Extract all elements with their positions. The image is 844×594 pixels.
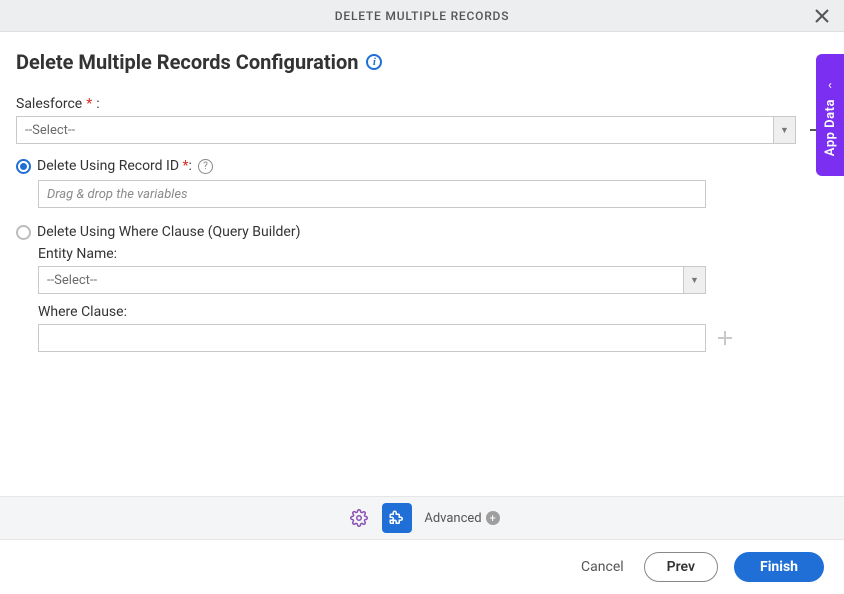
salesforce-label-text: Salesforce (16, 96, 82, 112)
dialog-title: DELETE MULTIPLE RECORDS (335, 9, 510, 23)
advanced-label: Advanced (424, 511, 481, 526)
radio-record-id[interactable] (16, 159, 31, 174)
record-id-drop-area[interactable]: Drag & drop the variables (38, 180, 706, 208)
record-id-drop-placeholder: Drag & drop the variables (47, 187, 188, 202)
page-heading-row: Delete Multiple Records Configuration i (16, 50, 828, 74)
salesforce-label: Salesforce *: (16, 96, 828, 112)
radio-row-record-id: Delete Using Record ID *: ? (16, 158, 828, 174)
where-clause-section: Entity Name: --Select-- ▼ Where Clause: (38, 246, 828, 352)
page-title: Delete Multiple Records Configuration (16, 50, 358, 74)
where-clause-input[interactable] (38, 324, 706, 352)
close-icon (815, 9, 829, 23)
label-colon: : (189, 158, 192, 174)
dialog-body: Delete Multiple Records Configuration i … (0, 32, 844, 496)
delete-multiple-records-dialog: DELETE MULTIPLE RECORDS Delete Multiple … (0, 0, 844, 594)
help-icon[interactable]: ? (198, 159, 213, 174)
salesforce-select-value: --Select-- (17, 123, 773, 138)
app-data-label: App Data (823, 99, 838, 156)
settings-tab-button[interactable] (344, 503, 374, 533)
footer-tabs: Advanced + (0, 496, 844, 540)
chevron-left-icon: ‹ (828, 78, 832, 93)
salesforce-select[interactable]: --Select-- ▼ (16, 116, 796, 144)
mapping-tab-button[interactable] (382, 503, 412, 533)
prev-button[interactable]: Prev (644, 552, 718, 582)
advanced-toggle[interactable]: Advanced + (424, 511, 499, 526)
gear-icon (350, 509, 368, 527)
entity-select-value: --Select-- (39, 273, 683, 288)
where-clause-label: Where Clause: (38, 304, 828, 320)
radio-record-id-label: Delete Using Record ID *: (37, 158, 192, 174)
radio-record-id-label-text: Delete Using Record ID (37, 158, 179, 174)
radio-row-where-clause: Delete Using Where Clause (Query Builder… (16, 224, 828, 240)
entity-select-row: --Select-- ▼ (38, 266, 828, 294)
add-where-clause-button (714, 327, 736, 349)
entity-name-label: Entity Name: (38, 246, 828, 262)
chevron-down-icon: ▼ (773, 117, 795, 143)
salesforce-select-row: --Select-- ▼ (16, 116, 828, 144)
label-colon: : (96, 96, 99, 112)
footer-actions: Cancel Prev Finish (0, 540, 844, 594)
close-button[interactable] (810, 4, 834, 28)
radio-where-clause-label: Delete Using Where Clause (Query Builder… (37, 224, 300, 240)
puzzle-icon (388, 509, 406, 527)
required-asterisk: * (86, 96, 92, 112)
entity-name-select[interactable]: --Select-- ▼ (38, 266, 706, 294)
finish-button[interactable]: Finish (734, 552, 824, 582)
radio-where-clause[interactable] (16, 225, 31, 240)
cancel-button[interactable]: Cancel (577, 553, 628, 581)
dialog-titlebar: DELETE MULTIPLE RECORDS (0, 0, 844, 32)
plus-icon (717, 330, 733, 346)
where-clause-row (38, 324, 828, 352)
chevron-down-icon: ▼ (683, 267, 705, 293)
app-data-drawer-tab[interactable]: ‹ App Data (816, 54, 844, 176)
plus-circle-icon: + (486, 511, 500, 525)
info-icon[interactable]: i (366, 54, 382, 70)
